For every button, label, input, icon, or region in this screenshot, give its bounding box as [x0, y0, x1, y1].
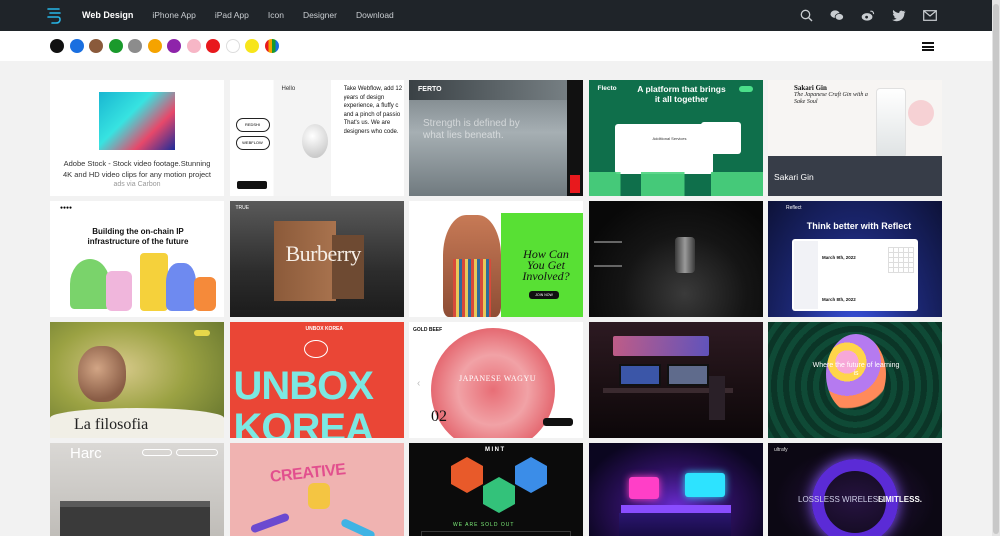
site-logo-icon[interactable]: [44, 6, 64, 26]
scrollbar-thumb[interactable]: [993, 4, 999, 534]
gallery-card-neon-room[interactable]: [588, 443, 763, 536]
color-swatch-orange[interactable]: [147, 39, 162, 53]
gallery-card-reflect[interactable]: Reflect Think better with Reflect March …: [768, 201, 942, 317]
gallery-card-get-involved[interactable]: How Can You Get Involved? JOIN NOW: [409, 201, 583, 317]
gallery-card-sakari[interactable]: Sakari Gin The Japanese Craft Gin with a…: [768, 80, 942, 196]
color-swatch-multicolor[interactable]: [264, 39, 279, 53]
mint-footer: WE ARE SOLD OUT: [453, 522, 515, 528]
wagyu-number: 02: [431, 408, 447, 425]
ad-via-carbon[interactable]: ads via Carbon: [113, 181, 160, 188]
lossless-brand: ultrafy: [774, 447, 788, 453]
gallery-card-gaming-room[interactable]: [588, 322, 763, 438]
color-swatch-gray[interactable]: [128, 39, 142, 53]
gallery-card-lossless[interactable]: ultrafy LOSSLESS WIRELESS. LIMITLESS.: [768, 443, 942, 536]
color-swatch-yellow[interactable]: [245, 39, 259, 53]
color-swatch-purple[interactable]: [167, 39, 181, 53]
weibo-icon[interactable]: [861, 9, 875, 23]
twitter-icon[interactable]: [892, 9, 906, 23]
color-swatch-green[interactable]: [108, 39, 123, 53]
bloom-headline: Where the future of learning is: [812, 362, 900, 377]
webflow-hello: Hello: [281, 86, 296, 92]
harc-word: Harc: [70, 445, 102, 462]
splash-art: [301, 124, 328, 158]
flecto-brand: Flecto: [597, 85, 617, 92]
flecto-section: Additional Services: [652, 136, 687, 141]
wagyu-logo: GOLD BEEF: [413, 327, 443, 333]
badge-top: REDSHI: [235, 118, 270, 132]
gallery-card-ip-infrastructure[interactable]: ●●●● Building the on-chain IP infrastruc…: [50, 201, 224, 317]
gallery-card-burberry[interactable]: TRUE Burberry: [229, 201, 404, 317]
page-scrollbar[interactable]: [992, 0, 1000, 536]
badge-bottom: WEBFLOW: [235, 136, 270, 150]
gallery-card-ferro[interactable]: FERTO Strength is defined by what lies b…: [409, 80, 583, 196]
wechat-icon[interactable]: [830, 9, 844, 23]
wagyu-title: JAPANESE WAGYU: [459, 374, 537, 383]
flecto-headline: A platform that brings it all together: [637, 84, 726, 104]
reflect-brand: Reflect: [786, 205, 802, 211]
color-swatch-red[interactable]: [206, 39, 220, 53]
nav-designer[interactable]: Designer: [303, 0, 337, 31]
search-icon[interactable]: [799, 9, 813, 23]
color-filter-bar: [0, 31, 992, 61]
nav-download[interactable]: Download: [356, 0, 394, 31]
prev-arrow-icon[interactable]: ‹: [417, 378, 420, 389]
involved-button: JOIN NOW: [529, 291, 559, 299]
unbox-word1: UNBOX: [233, 364, 374, 408]
cta-button: [236, 181, 267, 189]
lossless-text1: LOSSLESS WIRELESS.: [798, 495, 886, 504]
reflect-date2: March 8th, 2022: [822, 297, 856, 302]
sakari-tagline: The Japanese Craft Gin with a Sake Soul: [794, 92, 868, 105]
hamburger-menu-icon[interactable]: [922, 42, 934, 51]
top-navigation-bar: Web Design iPhone App iPad App Icon Desi…: [0, 0, 992, 31]
gallery-card-webflow[interactable]: REDSHI WEBFLOW Hello Take Webflow, add 1…: [229, 80, 404, 196]
webflow-text: Take Webflow, add 12 years of design exp…: [343, 86, 403, 135]
lossless-text2: LIMITLESS.: [878, 495, 922, 504]
nav-web-design[interactable]: Web Design: [82, 0, 133, 31]
burberry-tag: TRUE: [235, 205, 250, 211]
ad-text[interactable]: Adobe Stock - Stock video footage.Stunni…: [62, 158, 212, 180]
gallery-card-unbox-korea[interactable]: UNBOX KOREA UNBOX KOREA: [229, 322, 404, 438]
filosofia-word: La filosofia: [74, 416, 149, 433]
gallery-card-bloom[interactable]: Where the future of learning is: [768, 322, 942, 438]
nav-ipad-app[interactable]: iPad App: [215, 0, 249, 31]
gallery-card-flecto[interactable]: Flecto A platform that brings it all tog…: [588, 80, 763, 196]
top-icons: [799, 0, 937, 31]
gallery-card-mint[interactable]: MINT WE ARE SOLD OUT: [409, 443, 583, 536]
ip-headline: Building the on-chain IP infrastructure …: [87, 227, 189, 246]
sakari-brand: Sakari Gin: [794, 84, 827, 92]
color-swatch-pink[interactable]: [186, 39, 201, 53]
unbox-word2: KOREA: [233, 406, 374, 438]
unbox-brand: UNBOX KOREA: [305, 326, 344, 332]
ip-logo: ●●●●: [60, 205, 73, 211]
reflect-date1: March 9th, 2022: [822, 255, 856, 260]
design-gallery-grid: Adobe Stock - Stock video footage.Stunni…: [50, 80, 942, 536]
sakari-caption: Sakari Gin: [774, 172, 814, 182]
main-nav: Web Design iPhone App iPad App Icon Desi…: [82, 0, 413, 31]
gallery-card-japanese-wagyu[interactable]: GOLD BEEF ‹ JAPANESE WAGYU 02: [409, 322, 583, 438]
color-swatch-black[interactable]: [50, 39, 64, 53]
carbon-ad[interactable]: Adobe Stock - Stock video footage.Stunni…: [50, 80, 224, 196]
mint-brand: MINT: [485, 447, 506, 453]
involved-headline: How Can You Get Involved?: [522, 247, 570, 283]
mail-icon[interactable]: [923, 9, 937, 23]
color-swatch-white[interactable]: [225, 39, 240, 53]
burberry-word: Burberry: [285, 241, 362, 266]
nav-icon[interactable]: Icon: [268, 0, 284, 31]
ad-image[interactable]: [99, 92, 175, 150]
color-swatch-brown[interactable]: [89, 39, 103, 53]
gallery-card-harc[interactable]: Harc: [50, 443, 224, 536]
ferro-text: Strength is defined by what lies beneath…: [423, 118, 520, 141]
ferro-brand: FERTO: [418, 86, 442, 93]
nav-iphone-app[interactable]: iPhone App: [152, 0, 195, 31]
gallery-card-la-filosofia[interactable]: La filosofia: [50, 322, 224, 438]
color-swatch-blue[interactable]: [69, 39, 84, 53]
reflect-headline: Think better with Reflect: [806, 221, 912, 231]
gallery-card-dark-product[interactable]: [588, 201, 763, 317]
gallery-card-creative[interactable]: CREATIVE: [229, 443, 404, 536]
